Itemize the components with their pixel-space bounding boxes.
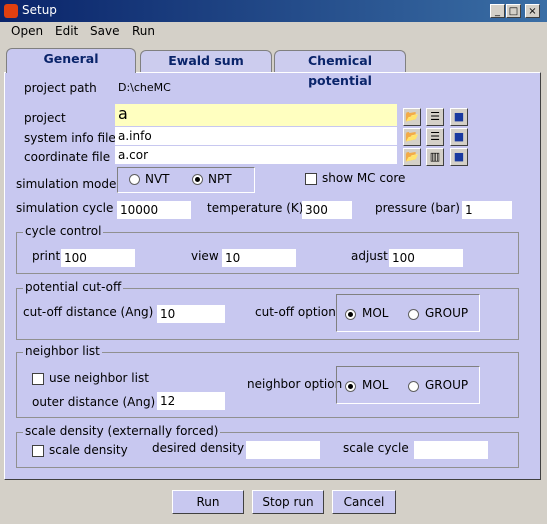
neighbor-option-label: neighbor option bbox=[247, 377, 343, 391]
adjust-label: adjust bbox=[351, 249, 388, 263]
film-icon[interactable]: ▥ bbox=[426, 148, 444, 166]
project-path-label: project path bbox=[24, 81, 97, 95]
close-icon[interactable]: × bbox=[525, 4, 540, 18]
desired-density-input[interactable] bbox=[246, 441, 320, 459]
scale-density-checkbox[interactable] bbox=[32, 445, 44, 457]
print-label: print bbox=[32, 249, 61, 263]
run-button[interactable]: Run bbox=[172, 490, 244, 514]
cutoff-distance-label: cut-off distance (Ang) bbox=[23, 305, 154, 319]
print-input[interactable]: 100 bbox=[61, 249, 135, 267]
cycle-control-title: cycle control bbox=[23, 224, 104, 238]
cutoff-group-label: GROUP bbox=[425, 306, 469, 320]
open-folder-icon[interactable]: 📂 bbox=[403, 128, 421, 146]
adjust-input[interactable]: 100 bbox=[389, 249, 463, 267]
neighbor-mol-label: MOL bbox=[362, 378, 389, 392]
menu-open[interactable]: Open bbox=[11, 24, 43, 38]
cutoff-title: potential cut-off bbox=[23, 280, 124, 294]
desired-density-label: desired density bbox=[152, 441, 245, 455]
neighbor-list-title: neighbor list bbox=[23, 344, 102, 358]
neighbor-mol-radio[interactable] bbox=[345, 381, 356, 392]
outer-distance-label: outer distance (Ang) bbox=[32, 395, 156, 409]
temperature-input[interactable]: 300 bbox=[302, 201, 352, 219]
system-info-input[interactable]: a.info bbox=[115, 127, 397, 145]
save-icon[interactable]: ■ bbox=[450, 128, 468, 146]
show-mc-core-checkbox[interactable] bbox=[305, 173, 317, 185]
temperature-label: temperature (K) bbox=[207, 201, 304, 215]
maximize-icon[interactable]: □ bbox=[506, 4, 521, 18]
project-path-value: D:\cheMC bbox=[118, 81, 171, 94]
neighbor-group-radio[interactable] bbox=[408, 381, 419, 392]
minimize-icon[interactable]: _ bbox=[490, 4, 505, 18]
pressure-label: pressure (bar) bbox=[375, 201, 460, 215]
cancel-button[interactable]: Cancel bbox=[332, 490, 396, 514]
cutoff-option-label: cut-off option bbox=[255, 305, 336, 319]
save-icon[interactable]: ■ bbox=[450, 148, 468, 166]
save-icon[interactable]: ■ bbox=[450, 108, 468, 126]
menu-save[interactable]: Save bbox=[90, 24, 119, 38]
neighbor-group-label: GROUP bbox=[425, 378, 469, 392]
scale-cycle-input[interactable] bbox=[414, 441, 488, 459]
cutoff-mol-label: MOL bbox=[362, 306, 389, 320]
simulation-cycle-input[interactable]: 10000 bbox=[117, 201, 191, 219]
stop-run-button[interactable]: Stop run bbox=[252, 490, 324, 514]
window-title: Setup bbox=[22, 3, 57, 17]
use-neighbor-list-label: use neighbor list bbox=[49, 371, 149, 385]
outer-distance-input[interactable]: 12 bbox=[157, 392, 225, 410]
cutoff-group-radio[interactable] bbox=[408, 309, 419, 320]
project-input[interactable]: a bbox=[115, 104, 397, 126]
pressure-input[interactable]: 1 bbox=[462, 201, 512, 219]
nvt-radio[interactable] bbox=[129, 174, 140, 185]
cutoff-distance-input[interactable]: 10 bbox=[157, 305, 225, 323]
notes-icon[interactable]: ☰ bbox=[426, 128, 444, 146]
app-icon bbox=[4, 4, 18, 18]
system-info-label: system info file bbox=[24, 131, 116, 145]
title-bar[interactable] bbox=[0, 0, 547, 22]
project-label: project bbox=[24, 111, 66, 125]
notes-icon[interactable]: ☰ bbox=[426, 108, 444, 126]
nvt-label: NVT bbox=[145, 172, 170, 186]
open-folder-icon[interactable]: 📂 bbox=[403, 148, 421, 166]
show-mc-core-label: show MC core bbox=[322, 171, 406, 185]
simulation-mode-label: simulation mode bbox=[16, 177, 117, 191]
npt-radio[interactable] bbox=[192, 174, 203, 185]
menu-run[interactable]: Run bbox=[132, 24, 155, 38]
view-input[interactable]: 10 bbox=[222, 249, 296, 267]
npt-label: NPT bbox=[208, 172, 232, 186]
scale-cycle-label: scale cycle bbox=[343, 441, 409, 455]
tab-general[interactable]: General bbox=[6, 48, 136, 73]
menu-edit[interactable]: Edit bbox=[55, 24, 78, 38]
view-label: view bbox=[191, 249, 219, 263]
tab-ewald-sum[interactable]: Ewald sum bbox=[140, 50, 272, 72]
tab-chemical-potential[interactable]: Chemical potential bbox=[274, 50, 406, 88]
scale-density-label: scale density bbox=[49, 443, 128, 457]
coordinate-file-label: coordinate file bbox=[24, 150, 111, 164]
scale-density-title: scale density (externally forced) bbox=[23, 424, 221, 438]
use-neighbor-list-checkbox[interactable] bbox=[32, 373, 44, 385]
cutoff-mol-radio[interactable] bbox=[345, 309, 356, 320]
coordinate-file-input[interactable]: a.cor bbox=[115, 146, 397, 164]
simulation-cycle-label: simulation cycle bbox=[16, 201, 114, 215]
open-folder-icon[interactable]: 📂 bbox=[403, 108, 421, 126]
